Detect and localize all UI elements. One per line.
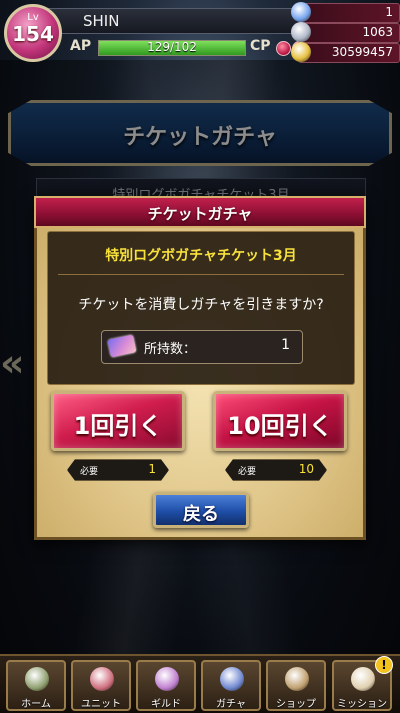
nav-label: ギルド (151, 699, 181, 710)
pull-1-label: 1回引く (73, 412, 163, 440)
ticket-info-box: 特別ログボガチャチケット3月 チケットを消費しガチャを引きますか? 所持数： 1 (47, 231, 355, 385)
pull-10-button[interactable]: 10回引く (213, 391, 347, 451)
ap-label: AP (70, 38, 92, 54)
confirm-message: チケットを消費しガチャを引きますか? (78, 297, 324, 313)
stone-icon (291, 22, 311, 42)
dialog-title: チケットガチャ (147, 205, 253, 223)
resource-panel: 1 1063 30599457 (291, 0, 400, 63)
pull-1-requirement: 必要 1 (67, 459, 169, 481)
stone-value: 1063 (362, 25, 393, 39)
back-button[interactable]: 戻る (153, 492, 249, 528)
ticket-icon (107, 334, 137, 358)
coin-icon (291, 42, 311, 62)
gacha-icon (220, 667, 244, 691)
status-bar: SHIN Lv 154 AP 129/102 CP 1 1063 3059945… (0, 0, 400, 63)
ap-value: 129/102 (147, 40, 197, 54)
nav-mission[interactable]: ミッション ! (332, 656, 393, 711)
ticket-name: 特別ログボガチャチケット3月 (105, 248, 297, 264)
nav-label: ミッション (337, 699, 387, 710)
name-plate: SHIN (48, 8, 302, 34)
ap-row: AP 129/102 CP (64, 36, 323, 58)
nav-home[interactable]: ホーム (6, 660, 66, 711)
nav-shop[interactable]: ショップ (266, 660, 326, 711)
pull-10-requirement: 必要 10 (225, 459, 327, 481)
nav-label: ショップ (276, 699, 316, 710)
guild-icon (155, 667, 179, 691)
shop-icon (285, 667, 309, 691)
nav-gacha[interactable]: ガチャ (201, 660, 261, 711)
owned-count-box: 所持数： 1 (101, 330, 303, 364)
gem-counter: 1 (291, 2, 400, 23)
divider (58, 274, 344, 275)
gem-value: 1 (385, 5, 393, 19)
mission-icon (351, 667, 375, 691)
dialog-header: チケットガチャ (34, 196, 366, 228)
owned-label: 所持数： (144, 342, 197, 357)
nav-label: ユニット (81, 699, 121, 710)
pull-1-button[interactable]: 1回引く (51, 391, 185, 451)
nav-unit[interactable]: ユニット (71, 660, 131, 711)
requirement-label: 必要 (80, 467, 99, 477)
alert-badge: ! (375, 656, 393, 674)
requirement-value: 10 (298, 462, 314, 476)
requirement-label: 必要 (238, 467, 257, 477)
nav-label: ホーム (21, 699, 51, 710)
ticket-gacha-dialog: チケットガチャ 特別ログボガチャチケット3月 チケットを消費しガチャを引きますか… (34, 196, 366, 540)
coin-value: 30599457 (331, 45, 393, 59)
pull-10-label: 10回引く (227, 412, 333, 440)
coin-counter: 30599457 (291, 42, 400, 63)
stone-counter: 1063 (291, 22, 400, 43)
gem-icon (291, 2, 311, 22)
nav-label: ガチャ (216, 699, 246, 710)
level-badge: Lv 154 (4, 4, 62, 62)
cp-label: CP (250, 38, 271, 54)
home-icon (25, 667, 49, 691)
player-name: SHIN (83, 12, 120, 30)
requirement-value: 1 (148, 462, 156, 476)
nav-guild[interactable]: ギルド (136, 660, 196, 711)
bottom-navigation: ホーム ユニット ギルド ガチャ ショップ ミッション ! (0, 654, 400, 713)
cp-point-icon (276, 41, 291, 56)
unit-icon (90, 667, 114, 691)
back-label: 戻る (183, 504, 219, 525)
ap-bar: 129/102 (98, 40, 246, 56)
owned-value: 1 (281, 337, 290, 353)
level-value: 154 (12, 22, 54, 46)
